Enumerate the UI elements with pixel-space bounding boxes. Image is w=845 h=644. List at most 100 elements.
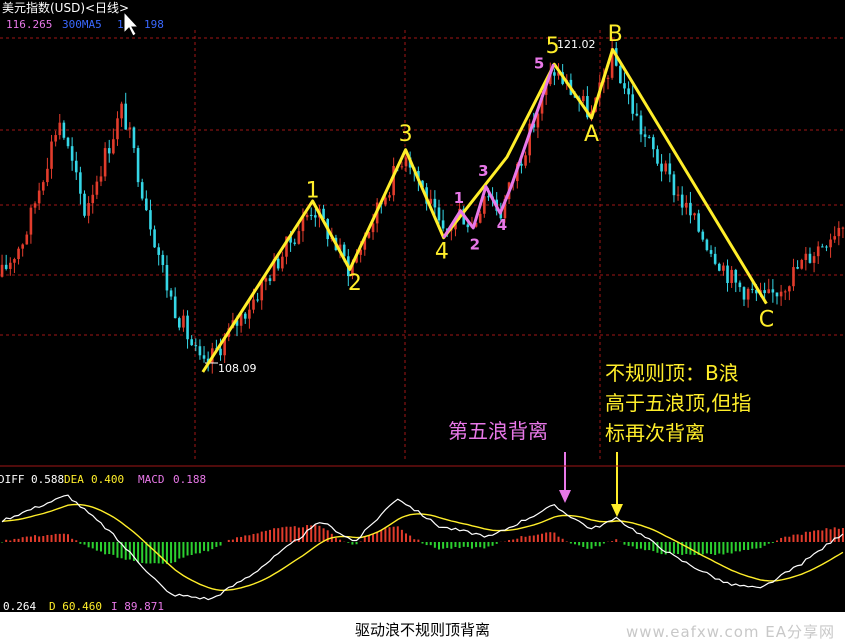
candle-down	[70, 146, 74, 161]
candle-up	[120, 103, 123, 119]
candle-down	[268, 278, 272, 282]
candle-up	[54, 135, 57, 142]
candle-down	[276, 258, 280, 269]
candle-down	[796, 267, 799, 269]
candle-down	[656, 149, 659, 164]
candle-up	[91, 194, 95, 204]
candle-down	[173, 296, 177, 319]
candle-up	[812, 256, 816, 263]
candle-up	[767, 289, 771, 294]
candle-up	[722, 265, 725, 271]
candle-up	[128, 127, 132, 130]
candle-up	[779, 291, 783, 297]
candle-up	[676, 194, 680, 196]
candle-down	[153, 229, 156, 248]
candle-down	[107, 148, 111, 154]
candle-down	[808, 253, 812, 263]
candle-down	[437, 207, 441, 221]
subwave-label-5: 5	[534, 55, 544, 73]
candle-up	[0, 264, 4, 277]
candle-up	[388, 195, 391, 198]
macd-dea-value: 0.400	[91, 473, 124, 486]
candle-up	[837, 227, 841, 237]
annotation-irregular-top-line3: 标再次背离	[605, 421, 705, 445]
candle-up	[29, 207, 33, 235]
candle-up	[46, 168, 49, 183]
candle-up	[41, 182, 45, 191]
legend-value-1: 1	[117, 18, 124, 31]
candle-up	[260, 281, 264, 301]
low-price-label: 108.09	[218, 362, 257, 375]
candle-down	[79, 172, 82, 194]
candle-up	[685, 202, 688, 208]
candle-down	[256, 299, 259, 301]
candle-down	[775, 292, 779, 297]
macd-diff-value: 0.588	[31, 473, 64, 486]
candle-up	[116, 118, 119, 140]
candle-down	[4, 264, 8, 269]
candle-up	[384, 197, 387, 205]
candle-down	[169, 290, 173, 297]
subwave-label-2: 2	[470, 236, 480, 254]
candle-down	[713, 253, 717, 264]
candle-down	[623, 83, 626, 89]
candle-down	[635, 113, 639, 116]
candle-up	[400, 166, 404, 168]
candle-up	[13, 259, 16, 263]
candle-up	[783, 291, 787, 293]
chart-canvas: 美元指数(USD)<日线> 116.265 300MA5 1 198 108.0…	[0, 0, 845, 613]
candle-up	[112, 139, 115, 154]
candle-down	[742, 287, 746, 300]
candle-down	[553, 72, 556, 76]
candle-up	[800, 259, 804, 269]
annotation-fifth-wave-divergence: 第五浪背离	[448, 419, 548, 443]
wave-label-3: 3	[399, 122, 413, 147]
candle-up	[33, 203, 37, 208]
candle-up	[281, 256, 284, 269]
candle-down	[145, 198, 148, 211]
candle-down	[243, 313, 247, 319]
candle-down	[161, 254, 165, 266]
candle-down	[157, 247, 160, 255]
candle-down	[194, 345, 198, 347]
subwave-label-3: 3	[478, 162, 488, 180]
candle-down	[697, 213, 700, 232]
wave-label-5: 5	[546, 34, 560, 59]
candle-down	[705, 239, 709, 251]
chart-title: 美元指数(USD)<日线>	[2, 0, 129, 15]
candle-down	[734, 269, 738, 283]
candle-down	[647, 136, 651, 138]
candle-down	[631, 94, 635, 114]
candle-down	[726, 265, 729, 283]
candle-down	[132, 127, 136, 149]
wave-label-c: C	[759, 308, 774, 333]
candle-up	[252, 299, 255, 310]
candle-down	[314, 215, 317, 218]
candle-down	[309, 214, 313, 216]
candle-up	[829, 239, 832, 248]
candle-down	[701, 231, 705, 240]
wave-label-2: 2	[348, 271, 362, 296]
candle-down	[717, 263, 721, 271]
candle-down	[441, 220, 445, 229]
candle-up	[478, 213, 482, 223]
candle-up	[9, 262, 12, 269]
candle-up	[841, 227, 845, 229]
macd-value: 0.188	[173, 473, 206, 486]
candle-down	[202, 355, 206, 359]
candle-up	[792, 267, 795, 287]
macd-label: MACD	[138, 473, 165, 486]
candle-up	[524, 155, 527, 166]
candle-down	[821, 246, 824, 248]
candle-up	[50, 141, 53, 169]
candle-down	[668, 163, 672, 175]
candle-down	[466, 224, 470, 228]
candle-down	[520, 163, 523, 166]
candle-up	[664, 163, 667, 172]
watermark: www.eafxw.com EA分享网	[626, 623, 835, 641]
candle-down	[83, 193, 86, 216]
candle-up	[804, 253, 808, 260]
wave-label-a: A	[584, 122, 599, 147]
candle-up	[788, 286, 791, 292]
candle-up	[746, 288, 750, 300]
